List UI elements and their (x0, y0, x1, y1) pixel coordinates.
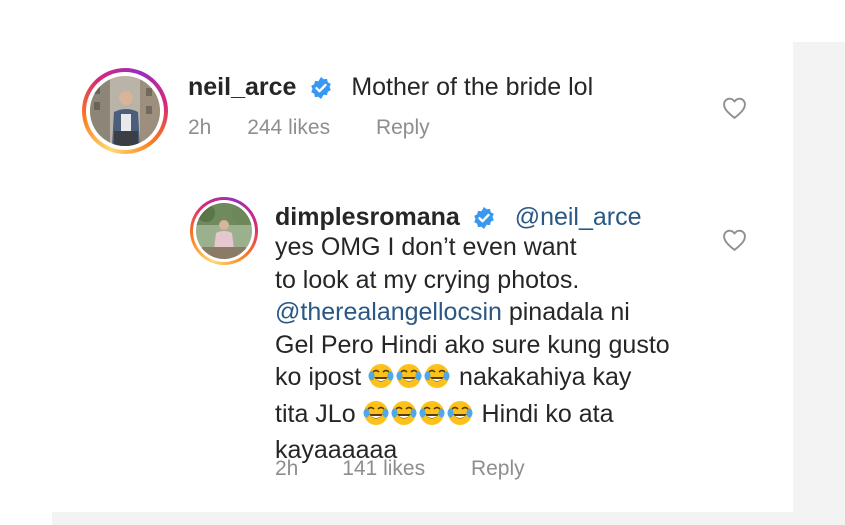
reply-line: Gel Pero Hindi ako sure kung gusto (275, 330, 670, 359)
mention-link[interactable]: @therealangellocsin (275, 298, 502, 326)
reply-username[interactable]: dimplesromana (275, 203, 460, 231)
face-with-tears-of-joy-icon (447, 400, 473, 435)
reply-reply-button[interactable]: Reply (471, 457, 525, 481)
verified-badge-icon (309, 76, 333, 105)
comment-text: Mother of the bride lol (351, 73, 594, 101)
reply-line: ko ipost nakakahiya kay (275, 361, 695, 398)
reply-meta: 2h 141 likes Reply (275, 457, 525, 481)
heart-icon[interactable] (722, 228, 747, 257)
emoji-group (363, 400, 475, 428)
avatar-photo (90, 76, 160, 146)
face-with-tears-of-joy-icon (419, 400, 445, 435)
comment-username[interactable]: neil_arce (188, 73, 296, 101)
reply-line: tita JLo Hindi ko ata (275, 398, 695, 435)
reply-line: @therealangellocsin pinadala ni (275, 298, 630, 326)
face-with-tears-of-joy-icon (391, 400, 417, 435)
background-gutter (793, 42, 845, 512)
emoji-group (368, 363, 452, 391)
comments-view: neil_arce Mother of the bride lol 2h 244… (0, 0, 845, 525)
comment-reply-button[interactable]: Reply (376, 116, 430, 140)
face-with-tears-of-joy-icon (424, 363, 450, 398)
face-with-tears-of-joy-icon (363, 400, 389, 435)
comment-header: neil_arce Mother of the bride lol (188, 73, 593, 105)
face-with-tears-of-joy-icon (396, 363, 422, 398)
face-with-tears-of-joy-icon (368, 363, 394, 398)
avatar-dimplesromana[interactable] (190, 197, 258, 265)
avatar-neil-arce[interactable] (82, 68, 168, 154)
reply-line: to look at my crying photos. (275, 265, 580, 294)
reply-likes[interactable]: 141 likes (342, 457, 425, 481)
reply-line: yes OMG I don’t even want (275, 233, 577, 261)
avatar-photo (196, 203, 252, 259)
reply-time: 2h (275, 457, 299, 480)
background-band (52, 512, 845, 525)
comment-meta: 2h 244 likes Reply (188, 116, 430, 140)
comment-likes[interactable]: 244 likes (247, 116, 330, 140)
heart-icon[interactable] (722, 96, 747, 125)
comment-time: 2h (188, 116, 212, 139)
reply-mention-link[interactable]: @neil_arce (515, 203, 642, 231)
reply-text: yes OMG I don’t even want to look at my … (275, 231, 695, 467)
